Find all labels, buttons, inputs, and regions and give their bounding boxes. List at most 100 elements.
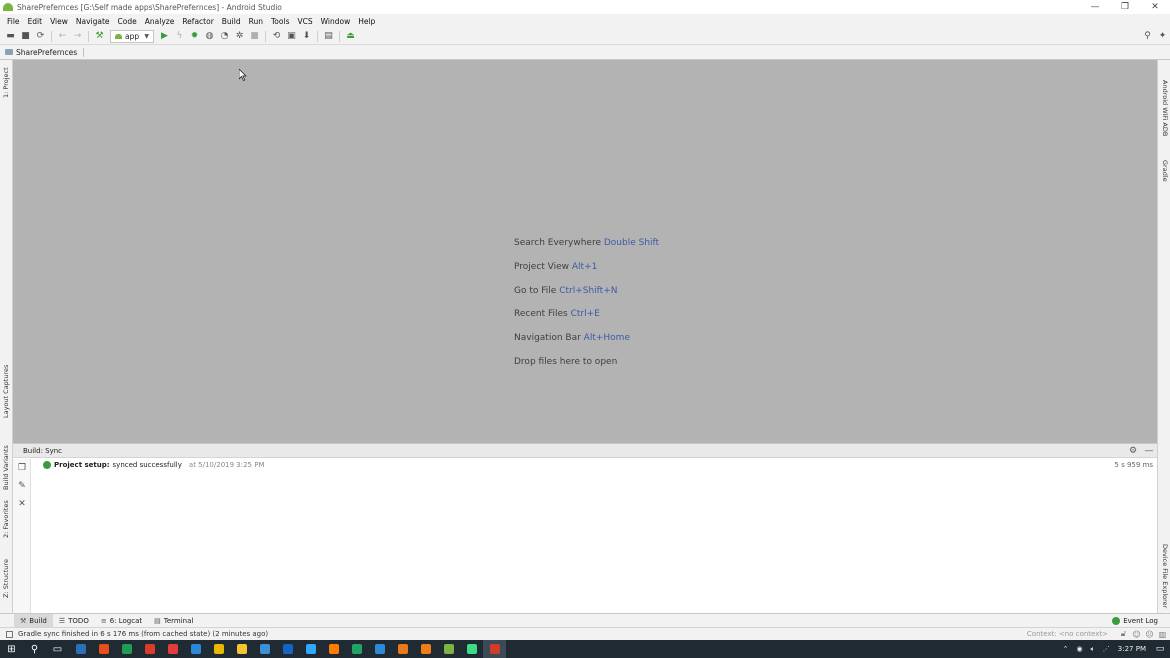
- taskbar-app-icon[interactable]: [161, 640, 184, 658]
- taskbar-app-icon[interactable]: [437, 640, 460, 658]
- tool-tab-project[interactable]: 1: Project: [2, 67, 10, 98]
- smile-icon[interactable]: ☺: [1131, 630, 1142, 639]
- project-structure-icon[interactable]: ▤: [321, 29, 336, 44]
- device-icon[interactable]: ⏏: [343, 29, 358, 44]
- network-icon[interactable]: ◉: [1076, 645, 1082, 653]
- taskbar-app-icon[interactable]: [276, 640, 299, 658]
- menu-view[interactable]: View: [46, 17, 72, 26]
- tool-tab-build-variants[interactable]: Build Variants: [2, 445, 10, 490]
- profile-icon[interactable]: ◔: [217, 29, 232, 44]
- attach-debugger-icon[interactable]: ✲: [232, 29, 247, 44]
- run-icon[interactable]: ▶: [157, 29, 172, 44]
- tool-tab-layout-captures[interactable]: Layout Captures: [2, 365, 10, 418]
- menu-edit[interactable]: Edit: [24, 17, 47, 26]
- tab-build[interactable]: ⚒ Build: [14, 614, 53, 627]
- restore-layout-icon[interactable]: ❐: [13, 459, 31, 477]
- taskbar-app-icon[interactable]: [483, 640, 506, 658]
- taskbar-app-icon[interactable]: [230, 640, 253, 658]
- menu-window[interactable]: Window: [317, 17, 355, 26]
- memory-icon[interactable]: ▥: [1157, 630, 1168, 639]
- search-icon[interactable]: ⚲: [1140, 29, 1155, 44]
- pin-icon[interactable]: ✎: [13, 477, 31, 495]
- minimize-button[interactable]: —: [1080, 2, 1110, 12]
- editor-area[interactable]: Search Everywhere Double Shift Project V…: [13, 60, 1157, 443]
- back-icon[interactable]: ←: [55, 29, 70, 44]
- taskbar-app-icon[interactable]: [414, 640, 437, 658]
- tab-logcat[interactable]: ≡ 6: Logcat: [95, 614, 148, 627]
- stop-icon[interactable]: ■: [247, 29, 262, 44]
- taskbar-app-icon[interactable]: [322, 640, 345, 658]
- assistant-icon[interactable]: ✦: [1155, 29, 1170, 44]
- taskbar-app-icon[interactable]: [253, 640, 276, 658]
- sync-icon[interactable]: ⟳: [33, 29, 48, 44]
- mouse-cursor-icon: [239, 69, 247, 81]
- open-folder-icon[interactable]: ▬: [3, 29, 18, 44]
- tool-tab-favorites[interactable]: 2: Favorites: [2, 500, 10, 538]
- hint-navigation-bar: Navigation Bar Alt+Home: [514, 333, 630, 344]
- menu-help[interactable]: Help: [354, 17, 379, 26]
- app-icon: [190, 644, 201, 654]
- menu-analyze[interactable]: Analyze: [141, 17, 179, 26]
- chevron-up-icon[interactable]: ⌃: [1063, 645, 1069, 653]
- taskbar-app-icon[interactable]: [138, 640, 161, 658]
- taskbar-app-icon[interactable]: [391, 640, 414, 658]
- sdk-manager-icon[interactable]: ⬇: [299, 29, 314, 44]
- restore-button[interactable]: ❐: [1110, 2, 1140, 12]
- tool-tab-device-file-explorer[interactable]: Device File Explorer: [1161, 544, 1169, 608]
- wifi-icon[interactable]: ⋰: [1103, 645, 1110, 653]
- menu-refactor[interactable]: Refactor: [178, 17, 217, 26]
- breadcrumb-project[interactable]: SharePrefernces: [5, 47, 85, 57]
- taskbar-app-icon[interactable]: [184, 640, 207, 658]
- taskbar-app-icon[interactable]: [345, 640, 368, 658]
- tool-tab-gradle[interactable]: Gradle: [1161, 160, 1169, 182]
- taskbar-app-icon[interactable]: [92, 640, 115, 658]
- close-button[interactable]: ✕: [1140, 2, 1170, 12]
- tab-build-sync[interactable]: Build: Sync: [17, 444, 68, 458]
- gear-icon[interactable]: ⚙: [1125, 446, 1141, 456]
- close-icon[interactable]: ✕: [13, 495, 31, 513]
- menu-navigate[interactable]: Navigate: [72, 17, 114, 26]
- taskbar-app-icon[interactable]: [299, 640, 322, 658]
- taskbar-app-icon[interactable]: [69, 640, 92, 658]
- minimize-panel-icon[interactable]: —: [1141, 446, 1157, 456]
- menu-file[interactable]: File: [3, 17, 24, 26]
- coverage-icon[interactable]: ◍: [202, 29, 217, 44]
- notification-icon[interactable]: ▭: [1150, 640, 1170, 658]
- app-icon: [213, 644, 224, 654]
- menu-build[interactable]: Build: [218, 17, 245, 26]
- hint-recent-files: Recent Files Ctrl+E: [514, 309, 600, 320]
- menu-tools[interactable]: Tools: [267, 17, 293, 26]
- lock-icon[interactable]: 🔓︎: [1118, 629, 1129, 639]
- search-icon[interactable]: ⚲: [23, 640, 46, 658]
- tab-todo[interactable]: ☰ TODO: [53, 614, 95, 627]
- menu-vcs[interactable]: VCS: [293, 17, 316, 26]
- task-view-icon[interactable]: ▭: [46, 640, 69, 658]
- run-config-select[interactable]: app ▼: [110, 29, 154, 43]
- taskbar-app-icon[interactable]: [115, 640, 138, 658]
- save-icon[interactable]: ■: [18, 29, 33, 44]
- tool-tab-structure[interactable]: Z: Structure: [2, 559, 10, 598]
- forward-icon[interactable]: →: [70, 29, 85, 44]
- apply-changes-icon[interactable]: ϟ: [172, 29, 187, 44]
- hammer-icon: ⚒: [20, 616, 27, 625]
- taskbar-clock[interactable]: 3:27 PM: [1118, 645, 1146, 653]
- windows-start-icon[interactable]: ⊞: [0, 640, 23, 658]
- navigation-bar: SharePrefernces: [0, 45, 1170, 60]
- avd-manager-icon[interactable]: ▣: [284, 29, 299, 44]
- debug-icon[interactable]: ✹: [187, 29, 202, 44]
- frown-icon[interactable]: ☹: [1144, 630, 1155, 639]
- menu-code[interactable]: Code: [114, 17, 141, 26]
- tool-tab-wifi-adb[interactable]: Android WiFi ADB: [1161, 80, 1169, 136]
- volume-icon[interactable]: 🔈︎: [1091, 645, 1095, 654]
- tab-terminal[interactable]: ▤ Terminal: [148, 614, 199, 627]
- make-project-icon[interactable]: ⚒: [92, 29, 107, 44]
- build-result-row[interactable]: Project setup: synced successfully at 5/…: [43, 459, 1153, 471]
- taskbar-app-icon[interactable]: [460, 640, 483, 658]
- taskbar-app-icon[interactable]: [368, 640, 391, 658]
- menu-run[interactable]: Run: [245, 17, 267, 26]
- tab-event-log[interactable]: Event Log: [1106, 614, 1164, 627]
- gradle-sync-icon[interactable]: ⟲: [269, 29, 284, 44]
- toggle-tool-windows-icon[interactable]: [6, 630, 13, 638]
- build-row-label: Project setup:: [54, 461, 110, 469]
- taskbar-app-icon[interactable]: [207, 640, 230, 658]
